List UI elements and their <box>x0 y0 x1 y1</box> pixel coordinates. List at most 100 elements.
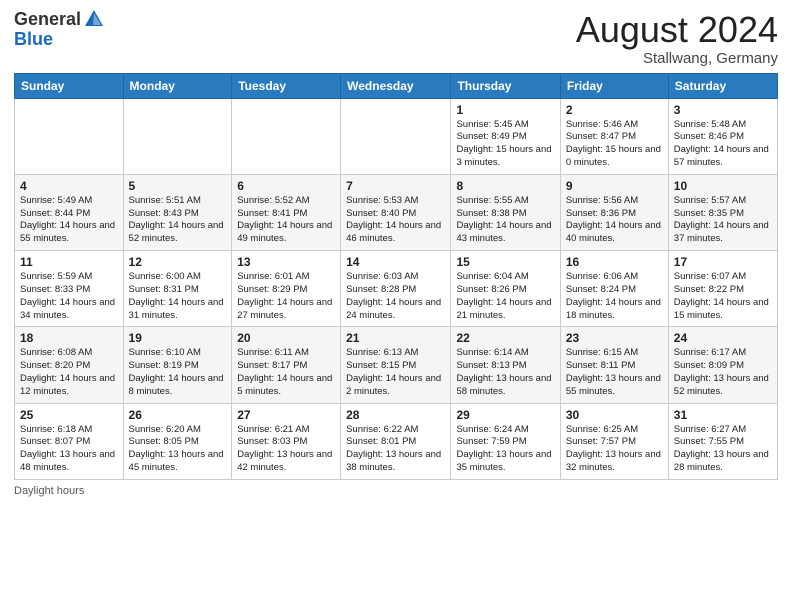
table-row: 31 Sunrise: 6:27 AMSunset: 7:55 PMDayligh… <box>668 403 777 479</box>
table-row: 3Sunrise: 5:48 AMSunset: 8:46 PMDaylight… <box>668 98 777 174</box>
calendar-header-row: Sunday Monday Tuesday Wednesday Thursday… <box>15 73 778 98</box>
day-info: Sunrise: 5:51 AMSunset: 8:43 PMDaylight:… <box>129 195 227 246</box>
day-info: Sunrise: 6:22 AMSunset: 8:01 PMDaylight:… <box>346 424 445 475</box>
day-number: 2 <box>566 103 663 117</box>
month-year: August 2024 <box>576 10 778 50</box>
page-header: General Blue August 2024 Stallwang, Germ… <box>14 10 778 67</box>
day-info: Sunrise: 6:01 AMSunset: 8:29 PMDaylight:… <box>237 271 335 322</box>
day-number: 28 <box>346 408 445 422</box>
table-row: 25 Sunrise: 6:18 AMSunset: 8:07 PMDayligh… <box>15 403 124 479</box>
table-row: 20Sunrise: 6:11 AMSunset: 8:17 PMDayligh… <box>232 327 341 403</box>
day-number: 12 <box>129 255 227 269</box>
day-info: Sunrise: 5:56 AMSunset: 8:36 PMDaylight:… <box>566 195 663 246</box>
day-info: Sunrise: 6:07 AMSunset: 8:22 PMDaylight:… <box>674 271 772 322</box>
day-info: Sunrise: 6:18 AMSunset: 8:07 PMDaylight:… <box>20 424 118 475</box>
day-number: 17 <box>674 255 772 269</box>
day-number: 29 <box>456 408 554 422</box>
day-info: Sunrise: 6:27 AMSunset: 7:55 PMDaylight:… <box>674 424 772 475</box>
day-number: 22 <box>456 331 554 345</box>
table-row: 21 Sunrise: 6:13 AMSunset: 8:15 PMDayligh… <box>341 327 451 403</box>
day-number: 1 <box>456 103 554 117</box>
table-row: 12 Sunrise: 6:00 AMSunset: 8:31 PMDayligh… <box>123 251 232 327</box>
day-number: 23 <box>566 331 663 345</box>
day-number: 13 <box>237 255 335 269</box>
col-saturday: Saturday <box>668 73 777 98</box>
day-number: 16 <box>566 255 663 269</box>
table-row: 30 Sunrise: 6:25 AMSunset: 7:57 PMDayligh… <box>560 403 668 479</box>
logo-blue-text: Blue <box>14 29 53 49</box>
day-info: Sunrise: 6:24 AMSunset: 7:59 PMDaylight:… <box>456 424 554 475</box>
day-number: 11 <box>20 255 118 269</box>
day-number: 19 <box>129 331 227 345</box>
page-container: General Blue August 2024 Stallwang, Germ… <box>0 0 792 507</box>
table-row: 6 Sunrise: 5:52 AMSunset: 8:41 PMDaylight… <box>232 174 341 250</box>
table-row: 8 Sunrise: 5:55 AMSunset: 8:38 PMDaylight… <box>451 174 560 250</box>
day-info: Sunrise: 6:10 AMSunset: 8:19 PMDaylight:… <box>129 347 227 398</box>
col-thursday: Thursday <box>451 73 560 98</box>
day-info: Sunrise: 6:11 AMSunset: 8:17 PMDaylight:… <box>237 347 335 398</box>
day-number: 21 <box>346 331 445 345</box>
day-number: 24 <box>674 331 772 345</box>
title-block: August 2024 Stallwang, Germany <box>576 10 778 67</box>
table-row: 18 Sunrise: 6:08 AMSunset: 8:20 PMDayligh… <box>15 327 124 403</box>
day-info: Sunrise: 6:21 AMSunset: 8:03 PMDaylight:… <box>237 424 335 475</box>
day-info: Sunrise: 6:15 AMSunset: 8:11 PMDaylight:… <box>566 347 663 398</box>
day-info: Sunrise: 6:25 AMSunset: 7:57 PMDaylight:… <box>566 424 663 475</box>
day-number: 25 <box>20 408 118 422</box>
table-row: 22 Sunrise: 6:14 AMSunset: 8:13 PMDayligh… <box>451 327 560 403</box>
table-row: 16 Sunrise: 6:06 AMSunset: 8:24 PMDayligh… <box>560 251 668 327</box>
day-info: Sunrise: 6:00 AMSunset: 8:31 PMDaylight:… <box>129 271 227 322</box>
table-row: 7Sunrise: 5:53 AMSunset: 8:40 PMDaylight… <box>341 174 451 250</box>
day-info: Sunrise: 6:06 AMSunset: 8:24 PMDaylight:… <box>566 271 663 322</box>
day-info: Sunrise: 6:14 AMSunset: 8:13 PMDaylight:… <box>456 347 554 398</box>
logo: General Blue <box>14 10 105 50</box>
col-tuesday: Tuesday <box>232 73 341 98</box>
day-number: 8 <box>456 179 554 193</box>
logo-icon <box>83 8 105 30</box>
day-info: Sunrise: 6:20 AMSunset: 8:05 PMDaylight:… <box>129 424 227 475</box>
table-row <box>341 98 451 174</box>
day-number: 26 <box>129 408 227 422</box>
day-info: Sunrise: 6:03 AMSunset: 8:28 PMDaylight:… <box>346 271 445 322</box>
table-row: 10Sunrise: 5:57 AMSunset: 8:35 PMDayligh… <box>668 174 777 250</box>
table-row: 5Sunrise: 5:51 AMSunset: 8:43 PMDaylight… <box>123 174 232 250</box>
day-number: 31 <box>674 408 772 422</box>
day-info: Sunrise: 6:04 AMSunset: 8:26 PMDaylight:… <box>456 271 554 322</box>
calendar-week-row: 18 Sunrise: 6:08 AMSunset: 8:20 PMDayligh… <box>15 327 778 403</box>
table-row: 24Sunrise: 6:17 AMSunset: 8:09 PMDayligh… <box>668 327 777 403</box>
table-row: 27 Sunrise: 6:21 AMSunset: 8:03 PMDayligh… <box>232 403 341 479</box>
table-row: 13 Sunrise: 6:01 AMSunset: 8:29 PMDayligh… <box>232 251 341 327</box>
calendar-week-row: 1 Sunrise: 5:45 AMSunset: 8:49 PMDaylight… <box>15 98 778 174</box>
day-number: 4 <box>20 179 118 193</box>
table-row <box>15 98 124 174</box>
table-row: 28 Sunrise: 6:22 AMSunset: 8:01 PMDayligh… <box>341 403 451 479</box>
table-row: 19 Sunrise: 6:10 AMSunset: 8:19 PMDayligh… <box>123 327 232 403</box>
day-number: 30 <box>566 408 663 422</box>
table-row: 9Sunrise: 5:56 AMSunset: 8:36 PMDaylight… <box>560 174 668 250</box>
day-number: 15 <box>456 255 554 269</box>
col-monday: Monday <box>123 73 232 98</box>
day-info: Sunrise: 6:13 AMSunset: 8:15 PMDaylight:… <box>346 347 445 398</box>
day-number: 18 <box>20 331 118 345</box>
location: Stallwang, Germany <box>576 50 778 67</box>
footer-note: Daylight hours <box>14 485 778 497</box>
logo-general-text: General <box>14 10 81 30</box>
day-info: Sunrise: 5:49 AMSunset: 8:44 PMDaylight:… <box>20 195 118 246</box>
calendar-week-row: 4 Sunrise: 5:49 AMSunset: 8:44 PMDaylight… <box>15 174 778 250</box>
calendar-week-row: 11Sunrise: 5:59 AMSunset: 8:33 PMDayligh… <box>15 251 778 327</box>
day-info: Sunrise: 5:52 AMSunset: 8:41 PMDaylight:… <box>237 195 335 246</box>
col-sunday: Sunday <box>15 73 124 98</box>
table-row: 2Sunrise: 5:46 AMSunset: 8:47 PMDaylight… <box>560 98 668 174</box>
day-number: 3 <box>674 103 772 117</box>
day-number: 27 <box>237 408 335 422</box>
day-info: Sunrise: 5:55 AMSunset: 8:38 PMDaylight:… <box>456 195 554 246</box>
table-row: 23 Sunrise: 6:15 AMSunset: 8:11 PMDayligh… <box>560 327 668 403</box>
day-number: 7 <box>346 179 445 193</box>
table-row: 4 Sunrise: 5:49 AMSunset: 8:44 PMDaylight… <box>15 174 124 250</box>
day-number: 6 <box>237 179 335 193</box>
day-number: 10 <box>674 179 772 193</box>
day-info: Sunrise: 5:45 AMSunset: 8:49 PMDaylight:… <box>456 119 554 170</box>
table-row: 26 Sunrise: 6:20 AMSunset: 8:05 PMDayligh… <box>123 403 232 479</box>
day-number: 14 <box>346 255 445 269</box>
day-info: Sunrise: 6:08 AMSunset: 8:20 PMDaylight:… <box>20 347 118 398</box>
